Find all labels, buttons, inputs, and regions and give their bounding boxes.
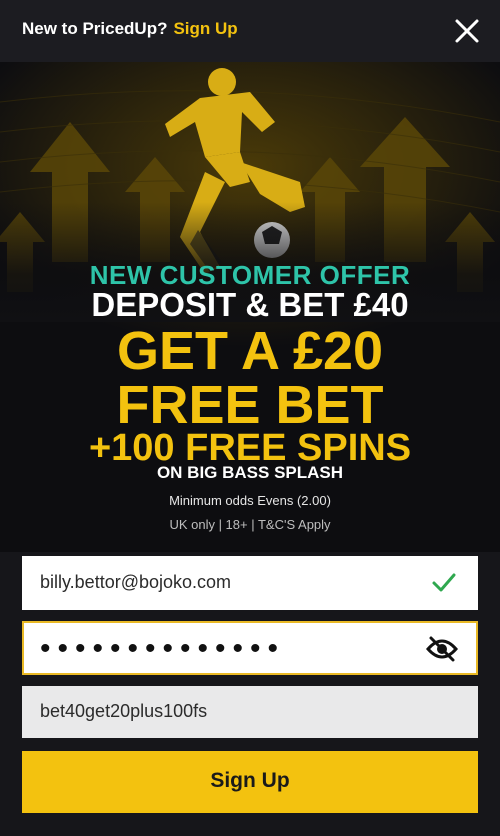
signup-prompt: New to PricedUp? Sign Up (22, 19, 238, 39)
offer-line-free-spins: +100 FREE SPINS (88, 427, 412, 469)
terms-text: UK only | 18+ | T&C'S Apply (169, 517, 331, 532)
offer-line-free-bet: FREE BET (116, 375, 384, 435)
offer-line-game: ON BIG BASS SPLASH (156, 463, 344, 482)
promo-code-value: bet40get20plus100fs (40, 701, 208, 721)
close-icon[interactable] (451, 15, 483, 47)
check-icon (432, 573, 456, 592)
min-odds-text: Minimum odds Evens (2.00) (169, 493, 331, 508)
promo-code-field[interactable]: bet40get20plus100fs (22, 686, 478, 738)
sign-up-button[interactable]: Sign Up (22, 751, 478, 813)
top-bar: New to PricedUp? Sign Up (0, 0, 500, 62)
signup-prompt-text: New to PricedUp? (22, 19, 168, 38)
sign-up-button-label: Sign Up (210, 769, 290, 792)
password-field[interactable]: •••••••••••••• (22, 621, 478, 675)
promo-banner: NEW CUSTOMER OFFER DEPOSIT & BET £40 GET… (0, 62, 500, 552)
offer-line-get: GET A £20 (116, 321, 384, 381)
email-field[interactable]: billy.bettor@bojoko.com (22, 556, 478, 610)
eye-slash-icon[interactable] (426, 635, 458, 663)
email-value: billy.bettor@bojoko.com (40, 572, 232, 592)
signup-link[interactable]: Sign Up (173, 19, 237, 38)
offer-deposit: DEPOSIT & BET £40 (91, 286, 409, 323)
password-mask: •••••••••••••• (40, 632, 286, 665)
